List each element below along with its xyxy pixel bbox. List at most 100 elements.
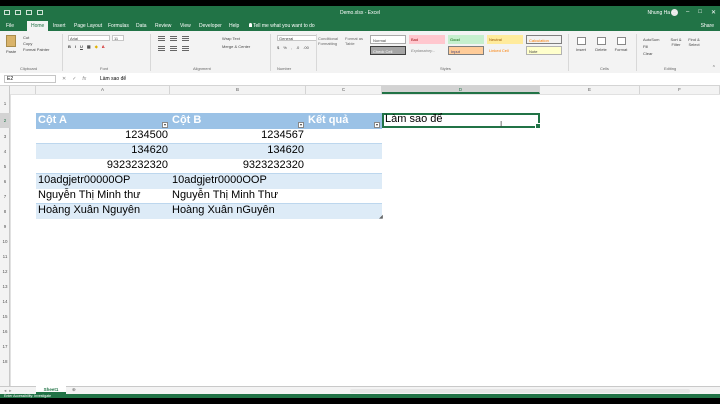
- row-header-13[interactable]: 13: [0, 279, 10, 294]
- find-select-button[interactable]: Find & Select: [688, 37, 700, 47]
- style-explanatory[interactable]: Explanatory...: [409, 46, 445, 55]
- align-left-icon[interactable]: [158, 46, 165, 51]
- filter-dropdown-icon[interactable]: ▾: [162, 122, 168, 128]
- format-cells-button[interactable]: Format: [613, 37, 629, 52]
- row-header-5[interactable]: 5: [0, 159, 10, 174]
- collapse-ribbon-icon[interactable]: ⌃: [712, 65, 716, 71]
- font-color-icon[interactable]: A: [102, 44, 105, 49]
- horizontal-scrollbar[interactable]: [350, 389, 690, 393]
- tab-formulas[interactable]: Formulas: [108, 23, 129, 29]
- table-cell[interactable]: 10adgjetr00000OP: [38, 174, 130, 186]
- table-header-cot-a[interactable]: Cột A: [38, 114, 67, 126]
- table-resize-handle[interactable]: ◢: [379, 214, 383, 220]
- table-cell[interactable]: 134620: [170, 144, 304, 156]
- select-all-button[interactable]: [0, 86, 10, 94]
- sheet-tab[interactable]: Sheet1: [36, 386, 66, 394]
- tab-home[interactable]: Home: [27, 21, 49, 31]
- enter-icon[interactable]: ✓: [72, 76, 76, 82]
- align-center-icon[interactable]: [170, 46, 177, 51]
- column-header-e[interactable]: E: [540, 86, 640, 94]
- row-header-2[interactable]: 2: [0, 113, 10, 128]
- wrap-text-button[interactable]: Wrap Text: [222, 36, 240, 41]
- percent-icon[interactable]: %: [283, 45, 287, 50]
- number-format-select[interactable]: General: [277, 35, 317, 41]
- align-top-icon[interactable]: [158, 36, 165, 41]
- row-header-17[interactable]: 17: [0, 339, 10, 354]
- align-middle-icon[interactable]: [170, 36, 177, 41]
- column-header-f[interactable]: F: [640, 86, 720, 94]
- tab-help[interactable]: Help: [229, 23, 239, 29]
- ribbon-display-icon[interactable]: ▭: [671, 9, 677, 16]
- cancel-icon[interactable]: ✕: [62, 76, 66, 82]
- conditional-formatting-button[interactable]: Conditional Formatting: [318, 36, 344, 46]
- font-name-select[interactable]: Arial: [68, 35, 110, 41]
- row-header-4[interactable]: 4: [0, 144, 10, 159]
- column-header-b[interactable]: B: [170, 86, 306, 94]
- table-cell[interactable]: 1234500: [36, 129, 168, 141]
- row-header-1[interactable]: 1: [0, 94, 10, 113]
- row-header-12[interactable]: 12: [0, 264, 10, 279]
- style-calculation[interactable]: Calculation: [526, 35, 562, 44]
- table-cell[interactable]: 10adgjetr0000OOP: [172, 174, 267, 186]
- borders-icon[interactable]: ▦: [87, 44, 91, 49]
- sort-filter-button[interactable]: Sort & Filter: [670, 37, 682, 47]
- tab-insert[interactable]: Insert: [53, 23, 66, 29]
- row-header-3[interactable]: 3: [0, 129, 10, 144]
- fx-icon[interactable]: fx: [82, 76, 86, 82]
- formula-input[interactable]: Làm sao để: [100, 76, 126, 82]
- delete-cells-button[interactable]: Delete: [593, 37, 609, 52]
- font-size-select[interactable]: 11: [112, 35, 124, 41]
- style-note[interactable]: Note: [526, 46, 562, 55]
- name-box[interactable]: E2: [4, 75, 56, 83]
- style-input[interactable]: Input: [448, 46, 484, 55]
- filter-dropdown-icon[interactable]: ▾: [374, 122, 380, 128]
- align-bottom-icon[interactable]: [182, 36, 189, 41]
- table-header-ket-qua[interactable]: Kết quả: [308, 114, 348, 126]
- column-header-c[interactable]: C: [306, 86, 382, 94]
- row-header-8[interactable]: 8: [0, 204, 10, 219]
- decrease-decimal-icon[interactable]: .00: [303, 45, 309, 50]
- share-button[interactable]: Share: [701, 23, 714, 29]
- row-header-10[interactable]: 10: [0, 234, 10, 249]
- row-header-9[interactable]: 9: [0, 219, 10, 234]
- table-header-cot-b[interactable]: Cột B: [172, 114, 201, 126]
- format-as-table-button[interactable]: Format as Table: [345, 36, 371, 46]
- fill-button[interactable]: Fill: [643, 43, 659, 50]
- tell-me-search[interactable]: Tell me what you want to do: [253, 23, 315, 29]
- italic-icon[interactable]: I: [75, 44, 76, 49]
- underline-icon[interactable]: U: [80, 44, 83, 49]
- table-cell[interactable]: Hoàng Xuân nGuyên: [172, 204, 275, 216]
- style-linked-cell[interactable]: Linked Cell: [487, 46, 523, 55]
- table-cell[interactable]: Nguyễn Thị Minh Thư: [172, 189, 278, 201]
- maximize-icon[interactable]: □: [698, 9, 702, 16]
- tab-review[interactable]: Review: [155, 23, 171, 29]
- table-cell[interactable]: 134620: [36, 144, 168, 156]
- table-cell[interactable]: Hoàng Xuân Nguyên: [38, 204, 140, 216]
- align-right-icon[interactable]: [182, 46, 189, 51]
- user-name[interactable]: Nhung Ha: [647, 10, 670, 16]
- column-header-d[interactable]: D: [382, 86, 540, 94]
- autosum-button[interactable]: AutoSum: [643, 36, 659, 43]
- increase-decimal-icon[interactable]: .0: [296, 45, 299, 50]
- style-bad[interactable]: Bad: [409, 35, 445, 44]
- row-header-11[interactable]: 11: [0, 249, 10, 264]
- filter-dropdown-icon[interactable]: ▾: [298, 122, 304, 128]
- row-header-14[interactable]: 14: [0, 294, 10, 309]
- bold-icon[interactable]: B: [68, 44, 71, 49]
- add-sheet-icon[interactable]: ⊕: [72, 387, 76, 393]
- clear-button[interactable]: Clear: [643, 50, 659, 57]
- table-cell[interactable]: 9323232320: [36, 159, 168, 171]
- insert-cells-button[interactable]: Insert: [573, 37, 589, 52]
- minimize-icon[interactable]: –: [686, 9, 689, 16]
- style-normal[interactable]: Normal: [370, 35, 406, 44]
- tab-file[interactable]: File: [6, 23, 14, 29]
- table-cell[interactable]: 1234567: [170, 129, 304, 141]
- style-neutral[interactable]: Neutral: [487, 35, 523, 44]
- row-header-15[interactable]: 15: [0, 309, 10, 324]
- comma-icon[interactable]: ,: [291, 45, 292, 50]
- column-header-a[interactable]: A: [36, 86, 170, 94]
- row-header-16[interactable]: 16: [0, 324, 10, 339]
- tab-view[interactable]: View: [180, 23, 191, 29]
- tab-page-layout[interactable]: Page Layout: [74, 23, 102, 29]
- style-check-cell[interactable]: Check Cell: [370, 46, 406, 55]
